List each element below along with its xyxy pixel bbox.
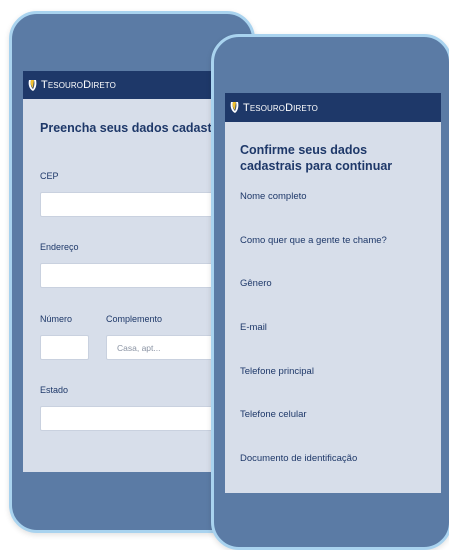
complemento-placeholder: Casa, apt... [117,343,161,353]
tesouro-logo-icon [229,101,240,114]
brand-name: TesouroDireto [41,79,116,91]
numero-input[interactable] [40,335,89,360]
field-nome-completo[interactable]: Nome completo [240,191,307,202]
estado-label: Estado [40,385,69,395]
endereco-label: Endereço [40,242,79,252]
front-phone: TesouroDireto Confirme seus dados cadast… [211,34,449,550]
field-documento[interactable]: Documento de identificação [240,453,357,464]
brand-logo: TesouroDireto [27,79,116,92]
page-title: Confirme seus dados cadastrais para cont… [240,143,393,173]
field-apelido[interactable]: Como quer que a gente te chame? [240,235,387,246]
numero-label: Número [40,314,73,324]
estado-select[interactable]: ⌄ [40,406,237,431]
field-telefone-celular[interactable]: Telefone celular [240,409,307,420]
front-phone-screen: TesouroDireto Confirme seus dados cadast… [225,93,441,493]
brand-name: TesouroDireto [243,101,318,114]
tesouro-logo-icon [27,79,38,92]
brand-logo: TesouroDireto [229,101,318,114]
cep-label: CEP [40,171,59,181]
brand-header: TesouroDireto [225,93,441,122]
page-title: Preencha seus dados cadastrais [40,121,234,135]
field-genero[interactable]: Gênero [240,278,272,289]
field-telefone-principal[interactable]: Telefone principal [240,366,314,377]
complemento-label: Complemento [106,314,163,324]
field-email[interactable]: E-mail [240,322,267,333]
